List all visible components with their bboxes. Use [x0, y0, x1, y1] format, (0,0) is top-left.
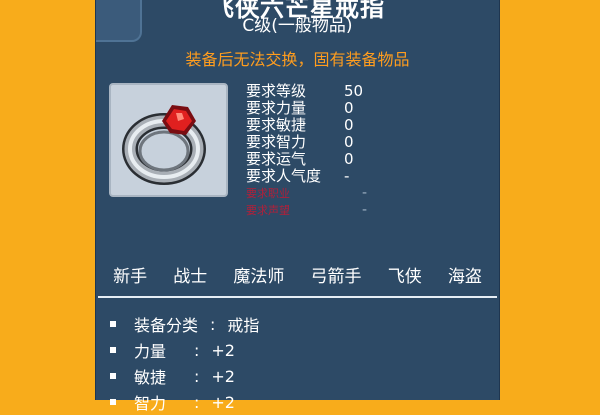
stat-value: +2: [211, 392, 235, 412]
stat-separator: :: [210, 314, 216, 334]
stat-row: 智力 : +2: [106, 389, 259, 415]
req-label: 要求等级: [246, 82, 307, 100]
req-label: 要求智力: [246, 133, 307, 151]
req-label: 要求人气度: [246, 167, 322, 185]
job-list: 新手 战士 魔法师 弓箭手 飞侠 海盗: [96, 262, 499, 287]
req-job-disabled: 要求职业 -: [246, 185, 422, 202]
stat-label: 智力: [134, 394, 167, 413]
req-label: 要求职业: [246, 187, 290, 200]
req-label: 要求力量: [246, 99, 307, 117]
item-icon-frame: [109, 83, 228, 197]
req-fame: 要求人气度 -: [246, 168, 422, 185]
req-label: 要求敏捷: [246, 116, 307, 134]
stat-value: +2: [211, 366, 235, 386]
req-value: 0: [344, 116, 354, 134]
untradable-notice: 装备后无法交换，固有装备物品: [185, 50, 410, 69]
req-label: 要求声望: [246, 204, 290, 217]
item-grade: C级(一般物品): [242, 16, 353, 36]
job-bowman: 弓箭手: [310, 267, 362, 287]
req-luk: 要求运气 0: [246, 151, 422, 168]
req-int: 要求智力 0: [246, 134, 422, 151]
requirements-list: 要求等级 50 要求力量 0 要求敏捷 0 要求智力 0 要求运气 0 要求人气…: [246, 83, 422, 219]
stat-row: 装备分类 : 戒指: [106, 311, 259, 337]
stat-value: 戒指: [227, 316, 260, 335]
stat-row: 敏捷 : +2: [106, 363, 259, 389]
stat-separator: :: [194, 366, 200, 386]
req-label: 要求运气: [246, 150, 307, 168]
stat-label: 敏捷: [134, 368, 167, 387]
item-tooltip: 飞侠六芒星戒指 C级(一般物品) 装备后无法交换，固有装备物品 要求等级 50 …: [95, 0, 500, 413]
req-value: 0: [344, 133, 354, 151]
job-warrior: 战士: [173, 267, 208, 287]
bullet-icon: [110, 321, 116, 327]
stat-separator: :: [194, 392, 200, 412]
req-value: -: [344, 167, 350, 185]
stat-separator: :: [194, 340, 200, 360]
job-thief: 飞侠: [387, 267, 422, 287]
job-magician: 魔法师: [233, 267, 285, 287]
stats-list: 装备分类 : 戒指 力量 : +2 敏捷 : +2 智力 : +2: [106, 311, 259, 415]
stat-label: 装备分类: [134, 316, 199, 335]
req-value: 0: [344, 150, 354, 168]
job-beginner: 新手: [113, 267, 148, 287]
job-pirate: 海盗: [447, 267, 482, 287]
bullet-icon: [110, 347, 116, 353]
stat-label: 力量: [134, 342, 167, 361]
stat-row: 力量 : +2: [106, 337, 259, 363]
req-level: 要求等级 50: [246, 83, 422, 100]
ring-icon: [122, 105, 206, 185]
bullet-icon: [110, 373, 116, 379]
req-value: -: [362, 185, 368, 201]
req-rep-disabled: 要求声望 -: [246, 202, 422, 219]
divider: [98, 296, 497, 298]
req-dex: 要求敏捷 0: [246, 117, 422, 134]
stat-value: +2: [211, 340, 235, 360]
req-value: -: [362, 202, 368, 218]
req-value: 50: [344, 82, 364, 100]
req-value: 0: [344, 99, 354, 117]
req-str: 要求力量 0: [246, 100, 422, 117]
